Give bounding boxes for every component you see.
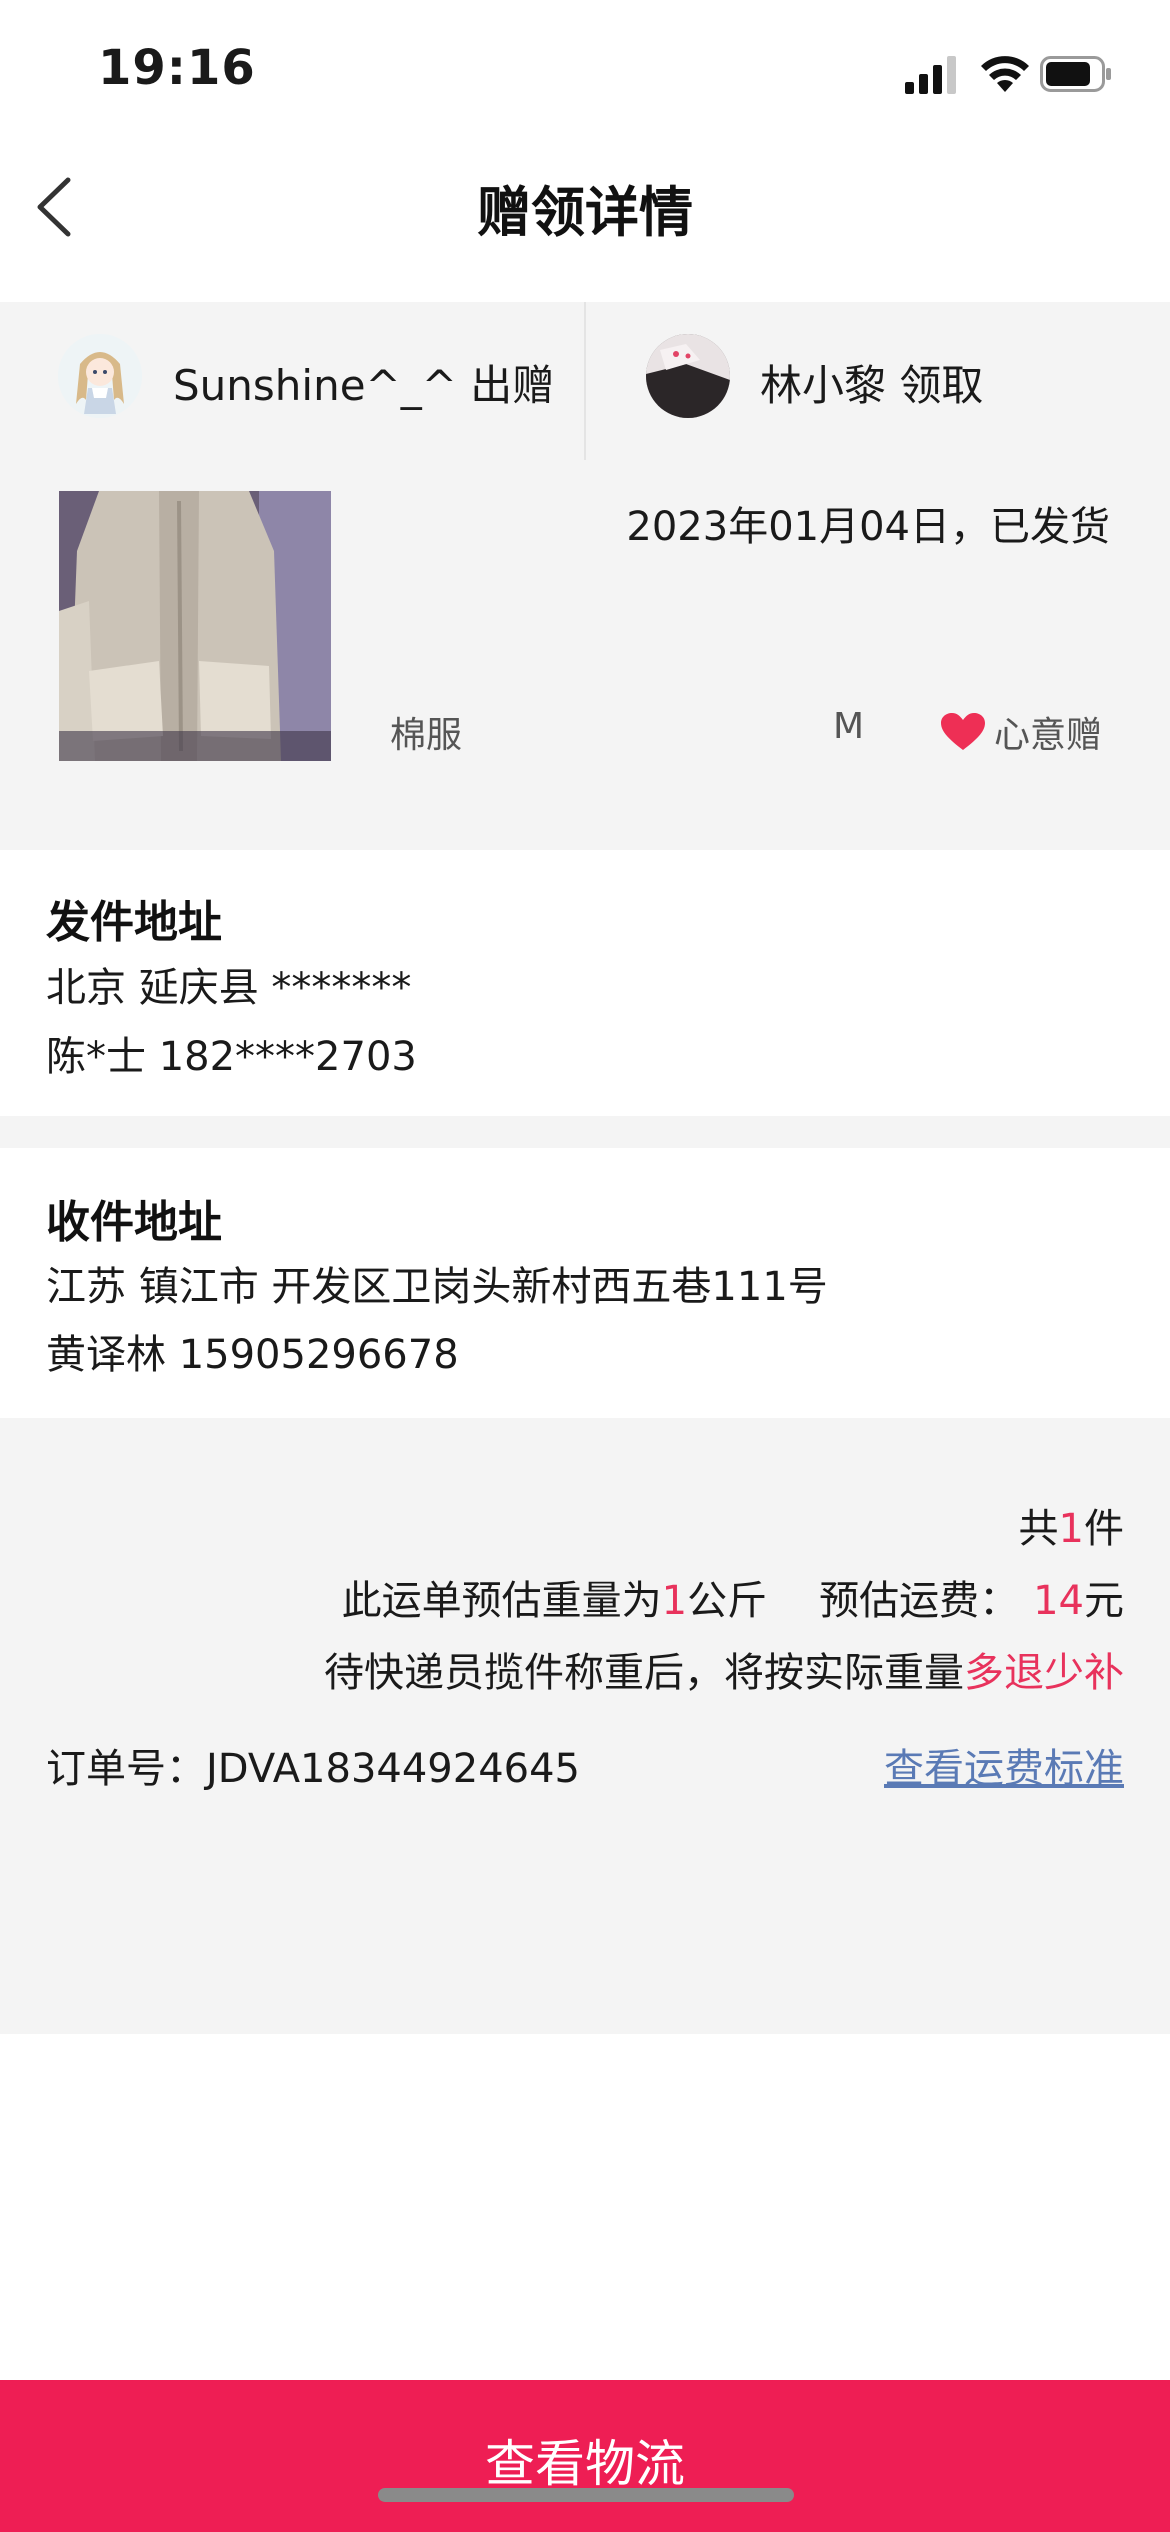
wifi-icon <box>981 56 1029 92</box>
freight-standard-link[interactable]: 查看运费标准 <box>884 1736 1124 1794</box>
page-title: 赠领详情 <box>477 181 693 244</box>
anime-avatar-icon <box>58 334 142 418</box>
receiver-avatar[interactable] <box>646 334 730 418</box>
gift-tag: 心意赠 <box>994 715 1103 756</box>
count-prefix: 共 <box>1018 1506 1059 1552</box>
photo-avatar-icon <box>646 334 730 418</box>
weight-value: 1 <box>661 1578 688 1624</box>
receiver-name-action[interactable]: 林小黎 领取 <box>760 352 983 413</box>
weighing-note: 待快递员揽件称重后，将按实际重量多退少补 <box>324 1640 1124 1698</box>
status-time: 19:16 <box>98 40 256 96</box>
freight-unit: 元 <box>1084 1578 1124 1624</box>
item-size: M <box>833 706 865 747</box>
send-address-heading: 发件地址 <box>46 897 222 948</box>
receive-address-detail: 江苏 镇江市 开发区卫岗头新村西五巷111号 <box>46 1264 828 1310</box>
order-number: 订单号：JDVA18344924645 <box>46 1746 581 1792</box>
view-logistics-label: 查看物流 <box>485 2435 685 2493</box>
count-suffix: 件 <box>1084 1506 1124 1552</box>
fee-section <box>0 1418 1170 2034</box>
count-value: 1 <box>1058 1506 1084 1552</box>
home-indicator[interactable] <box>378 2488 794 2502</box>
section-divider <box>0 1116 1170 1148</box>
weight-freight-line: 此运单预估重量为1公斤 预估运费： 14元 <box>342 1568 1124 1626</box>
cellular-signal-icon <box>905 56 956 94</box>
giver-name-action[interactable]: Sunshine^_^ 出赠 <box>173 352 554 413</box>
item-name: 棉服 <box>390 715 463 756</box>
users-divider <box>584 302 586 460</box>
receive-address-heading: 收件地址 <box>46 1197 222 1248</box>
weight-unit: 公斤 <box>687 1578 768 1624</box>
receive-address-contact: 黄译林 15905296678 <box>46 1332 459 1378</box>
weight-prefix: 此运单预估重量为 <box>341 1578 662 1624</box>
giver-avatar[interactable] <box>58 334 142 418</box>
freight-value: 14 <box>1033 1578 1084 1624</box>
note-prefix: 待快递员揽件称重后，将按实际重量 <box>324 1650 964 1696</box>
item-photo[interactable] <box>59 491 331 761</box>
heart-icon <box>941 713 985 750</box>
battery-icon <box>1040 56 1111 92</box>
view-logistics-button[interactable]: 查看物流 <box>0 2380 1170 2532</box>
jacket-photo-icon <box>59 491 331 761</box>
note-highlight: 多退少补 <box>964 1650 1124 1696</box>
item-count: 共1件 <box>1019 1496 1124 1554</box>
ship-date-status: 2023年01月04日，已发货 <box>626 504 1110 550</box>
freight-label: 预估运费： <box>819 1578 1020 1624</box>
send-address-contact: 陈*士 182****2703 <box>46 1034 417 1080</box>
back-button[interactable] <box>32 172 80 242</box>
send-address-region: 北京 延庆县 ******* <box>46 965 412 1011</box>
